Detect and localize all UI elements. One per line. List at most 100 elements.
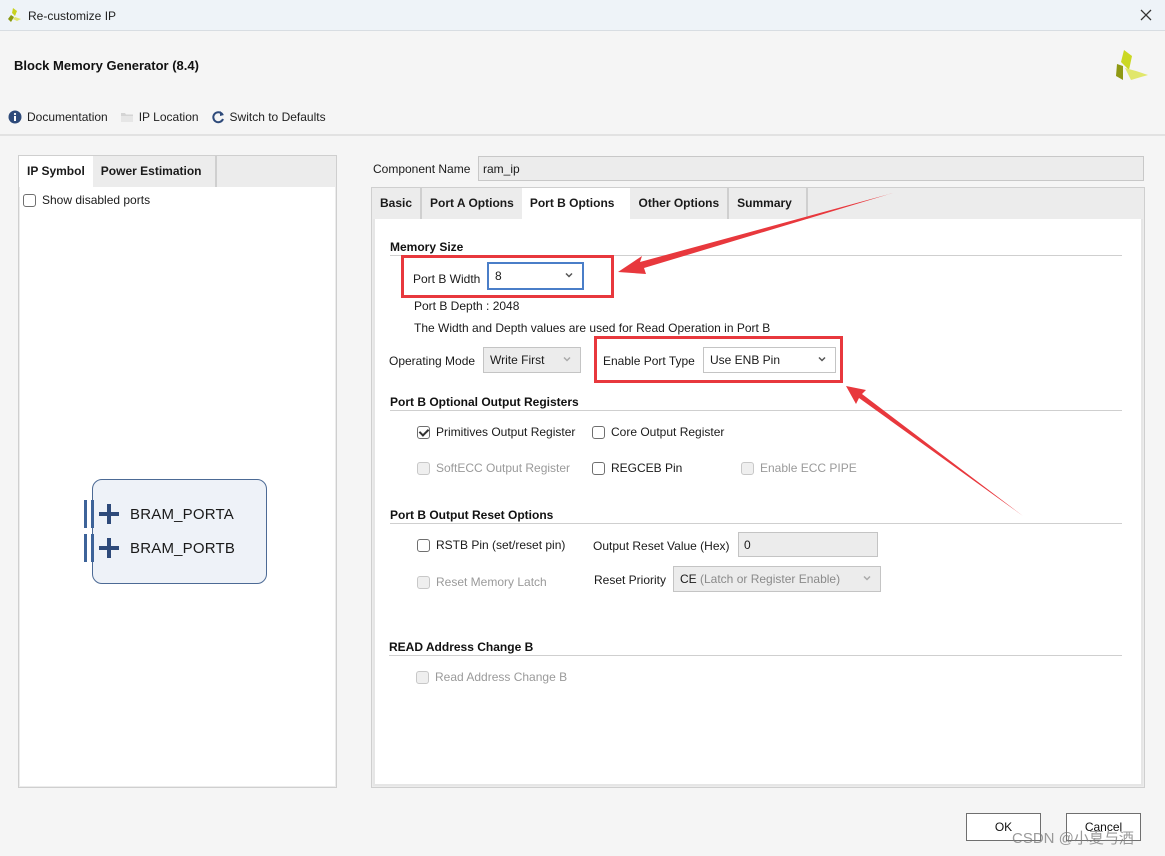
softecc-output-register-option: SoftECC Output Register — [417, 461, 570, 475]
rstb-pin-label: RSTB Pin (set/reset pin) — [436, 538, 566, 552]
section-divider — [390, 523, 1122, 524]
show-disabled-ports-label: Show disabled ports — [42, 193, 151, 207]
expand-plus-icon[interactable] — [99, 504, 119, 524]
chevron-down-icon — [563, 356, 571, 362]
port-b-options-content: Memory Size Port B Width 8 Port B Depth … — [373, 219, 1143, 786]
reset-priority-value: CE (Latch or Register Enable) — [680, 572, 840, 586]
read-address-change-title: READ Address Change B — [389, 640, 534, 654]
title-bar: Re-customize IP — [0, 0, 1165, 31]
port-bram-portb[interactable]: BRAM_PORTB — [84, 534, 236, 562]
config-panel: Basic Port A Options Port B Options Othe… — [371, 187, 1145, 788]
ip-symbol-block: BRAM_PORTA BRAM_PORTB — [84, 479, 267, 584]
expand-plus-icon[interactable] — [99, 538, 119, 558]
port-b-width-select[interactable]: 8 — [487, 262, 584, 290]
chevron-down-icon — [565, 272, 573, 278]
component-name-label: Component Name — [373, 162, 471, 176]
section-divider — [390, 410, 1122, 411]
port-bus-icon — [84, 500, 94, 528]
tab-port-b-options[interactable]: Port B Options — [521, 188, 631, 219]
watermark: CSDN @小夏与酒 — [1012, 830, 1134, 847]
reset-priority-select: CE (Latch or Register Enable) — [673, 566, 881, 592]
softecc-output-register-label: SoftECC Output Register — [436, 461, 571, 475]
read-address-change-checkbox — [416, 670, 429, 684]
reset-priority-label: Reset Priority — [594, 573, 667, 587]
enable-port-type-label: Enable Port Type — [603, 354, 695, 368]
xilinx-logo-icon — [1116, 50, 1148, 80]
config-tabs: Basic Port A Options Port B Options Othe… — [372, 188, 1144, 219]
core-output-register-option[interactable]: Core Output Register — [592, 425, 724, 439]
regceb-pin-checkbox[interactable] — [592, 461, 605, 475]
info-icon — [8, 110, 22, 124]
core-output-register-checkbox[interactable] — [592, 425, 605, 439]
chevron-down-icon — [863, 575, 871, 581]
tab-basic[interactable]: Basic — [372, 188, 423, 219]
toolbar-divider — [0, 134, 1165, 136]
reset-memory-latch-checkbox — [417, 575, 430, 589]
reset-options-title: Port B Output Reset Options — [390, 508, 554, 522]
tab-ip-symbol[interactable]: IP Symbol — [19, 156, 93, 187]
left-tabs: IP Symbol Power Estimation — [19, 156, 336, 187]
read-address-change-label: Read Address Change B — [435, 670, 568, 684]
regceb-pin-label: REGCEB Pin — [611, 461, 683, 475]
enable-port-type-value: Use ENB Pin — [710, 353, 781, 367]
ip-title: Block Memory Generator (8.4) — [14, 58, 199, 73]
output-registers-title: Port B Optional Output Registers — [390, 395, 579, 409]
show-disabled-ports-checkbox[interactable] — [23, 193, 36, 207]
primitives-output-register-option[interactable]: Primitives Output Register — [417, 425, 575, 439]
enable-ecc-pipe-label: Enable ECC PIPE — [760, 461, 857, 475]
folder-icon — [120, 113, 133, 122]
tab-other-options[interactable]: Other Options — [630, 188, 730, 219]
section-divider — [390, 255, 1122, 256]
documentation-button[interactable]: Documentation — [8, 110, 108, 124]
operating-mode-value: Write First — [490, 353, 545, 367]
switch-to-defaults-button[interactable]: Switch to Defaults — [211, 110, 326, 124]
tab-port-a-options[interactable]: Port A Options — [422, 188, 522, 219]
reset-memory-latch-option: Reset Memory Latch — [417, 575, 547, 589]
close-button[interactable] — [1135, 4, 1157, 26]
rstb-pin-checkbox[interactable] — [417, 538, 430, 552]
softecc-output-register-checkbox — [417, 461, 430, 475]
operating-mode-select[interactable]: Write First — [483, 347, 581, 373]
switch-to-defaults-label: Switch to Defaults — [229, 110, 326, 124]
enable-ecc-pipe-option: Enable ECC PIPE — [741, 461, 857, 475]
port-bram-porta[interactable]: BRAM_PORTA — [84, 500, 234, 528]
documentation-label: Documentation — [27, 110, 108, 124]
ip-location-label: IP Location — [138, 110, 199, 124]
regceb-pin-option[interactable]: REGCEB Pin — [592, 461, 682, 475]
primitives-output-register-label: Primitives Output Register — [436, 425, 576, 439]
enable-port-type-select[interactable]: Use ENB Pin — [703, 347, 836, 373]
port-label: BRAM_PORTB — [130, 539, 236, 557]
port-bus-icon — [84, 534, 94, 562]
toolbar: Documentation IP Location Switch to Defa… — [8, 108, 338, 126]
output-reset-value-input[interactable] — [738, 532, 878, 557]
section-divider — [389, 655, 1122, 656]
reset-priority-value-prefix: CE — [680, 572, 697, 586]
ip-location-button[interactable]: IP Location — [120, 110, 199, 124]
port-b-width-label: Port B Width — [413, 272, 481, 286]
chevron-down-icon — [818, 356, 826, 362]
width-depth-note: The Width and Depth values are used for … — [414, 321, 771, 335]
port-b-depth-text: Port B Depth : 2048 — [414, 299, 520, 313]
operating-mode-label: Operating Mode — [389, 354, 476, 368]
read-address-change-option: Read Address Change B — [416, 670, 567, 684]
output-reset-value-label: Output Reset Value (Hex) — [593, 539, 730, 553]
ip-symbol-view: Show disabled ports BRAM_PORTA BRAM_PORT… — [20, 187, 335, 786]
port-b-width-value: 8 — [495, 269, 502, 283]
show-disabled-ports-row[interactable]: Show disabled ports — [23, 193, 150, 207]
tab-power-estimation[interactable]: Power Estimation — [93, 156, 218, 187]
rstb-pin-option[interactable]: RSTB Pin (set/reset pin) — [417, 538, 565, 552]
reset-priority-value-suffix: (Latch or Register Enable) — [696, 572, 841, 586]
close-icon — [1140, 9, 1152, 21]
reset-memory-latch-label: Reset Memory Latch — [436, 575, 547, 589]
refresh-icon — [211, 111, 224, 124]
app-logo-icon — [8, 8, 21, 22]
enable-ecc-pipe-checkbox — [741, 461, 754, 475]
left-panel: IP Symbol Power Estimation Show disabled… — [18, 155, 337, 788]
component-name-input[interactable] — [478, 156, 1144, 181]
tab-summary[interactable]: Summary — [729, 188, 808, 219]
core-output-register-label: Core Output Register — [611, 425, 725, 439]
port-label: BRAM_PORTA — [130, 505, 234, 523]
window-title: Re-customize IP — [28, 9, 117, 23]
memory-size-title: Memory Size — [390, 240, 464, 254]
primitives-output-register-checkbox[interactable] — [417, 425, 430, 439]
